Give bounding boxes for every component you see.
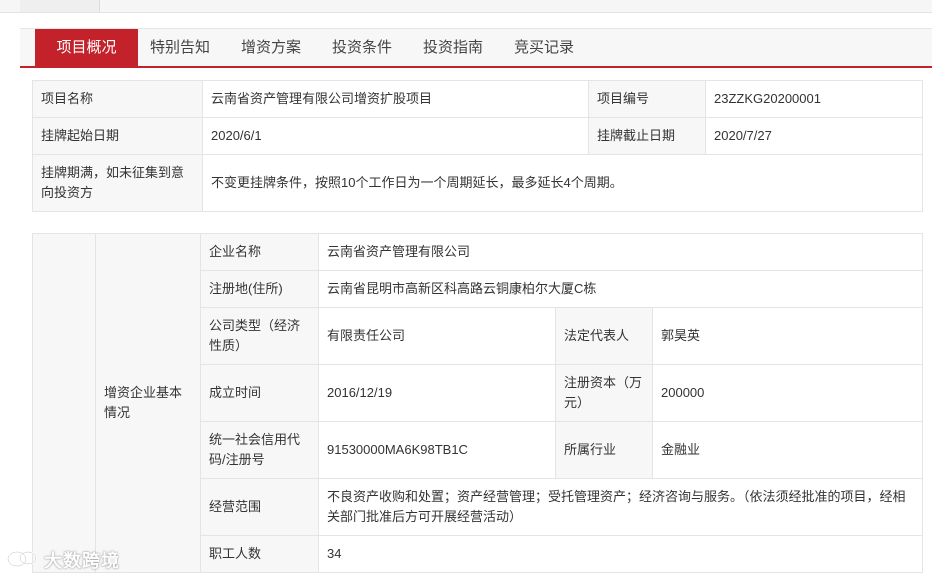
watermark-text: 大数跨境 — [44, 551, 120, 571]
credit-code-label: 统一社会信用代码/注册号 — [200, 421, 319, 479]
legal-rep-value: 郭昊英 — [651, 307, 924, 365]
founded-label: 成立时间 — [200, 364, 319, 422]
project-code-value: 23ZZKG20200001 — [705, 80, 923, 118]
watermark: 大数跨境 — [6, 546, 120, 574]
project-info-table: 项目名称 云南省资产管理有限公司增资扩股项目 项目编号 23ZZKG202000… — [32, 80, 923, 212]
expiry-label: 挂牌期满，如未征集到意向投资方 — [32, 154, 203, 212]
business-scope-value: 不良资产收购和处置；资产经营管理；受托管理资产；经济咨询与服务。（依法须经批准的… — [317, 478, 924, 536]
project-code-label: 项目编号 — [588, 80, 706, 118]
blank-cell — [32, 233, 96, 573]
tab-capital-plan[interactable]: 增资方案 — [241, 29, 301, 67]
company-name-label: 企业名称 — [200, 233, 319, 271]
credit-code-value: 91530000MA6K98TB1C — [318, 421, 556, 479]
table-row: 项目名称 云南省资产管理有限公司增资扩股项目 项目编号 23ZZKG202000… — [32, 80, 923, 118]
listing-end-label: 挂牌截止日期 — [588, 117, 706, 155]
business-scope-label: 经营范围 — [200, 478, 319, 536]
employees-label: 职工人数 — [200, 535, 319, 573]
capital-value: 200000 — [651, 364, 924, 422]
company-name-value: 云南省资产管理有限公司 — [317, 233, 924, 271]
table-row: 增资企业基本情况 企业名称 云南省资产管理有限公司 — [32, 233, 924, 573]
employees-value: 34 — [317, 535, 924, 573]
address-label: 注册地(住所) — [200, 270, 319, 308]
legal-rep-label: 法定代表人 — [555, 307, 653, 365]
tab-bar: 项目概况 特别告知 增资方案 投资条件 投资指南 竞买记录 — [20, 28, 932, 68]
table-row: 挂牌起始日期 2020/6/1 挂牌截止日期 2020/7/27 — [32, 117, 923, 155]
tab-project-overview[interactable]: 项目概况 — [35, 29, 138, 67]
capital-label: 注册资本（万元） — [555, 364, 653, 422]
listing-end-value: 2020/7/27 — [705, 117, 923, 155]
project-name-label: 项目名称 — [32, 80, 203, 118]
company-section-label: 增资企业基本情况 — [95, 233, 201, 573]
founded-value: 2016/12/19 — [318, 364, 556, 422]
company-info-table: 增资企业基本情况 企业名称 云南省资产管理有限公司 注册地(住所) 云南省昆明市… — [32, 233, 924, 573]
table-row: 挂牌期满，如未征集到意向投资方 不变更挂牌条件，按照10个工作日为一个周期延长，… — [32, 154, 923, 212]
project-name-value: 云南省资产管理有限公司增资扩股项目 — [202, 80, 589, 118]
address-value: 云南省昆明市高新区科高路云铜康柏尔大厦C栋 — [317, 270, 924, 308]
tab-investment-conditions[interactable]: 投资条件 — [332, 29, 392, 67]
company-type-label: 公司类型（经济性质） — [200, 307, 319, 365]
expiry-value: 不变更挂牌条件，按照10个工作日为一个周期延长，最多延长4个周期。 — [202, 154, 923, 212]
company-type-value: 有限责任公司 — [318, 307, 556, 365]
top-bar-segment — [20, 0, 100, 12]
industry-value: 金融业 — [651, 421, 924, 479]
tab-special-notice[interactable]: 特别告知 — [150, 29, 210, 67]
listing-start-label: 挂牌起始日期 — [32, 117, 203, 155]
chat-bubble-logo-icon — [6, 549, 40, 571]
listing-start-value: 2020/6/1 — [202, 117, 589, 155]
top-bar — [0, 0, 932, 13]
industry-label: 所属行业 — [555, 421, 653, 479]
tab-investment-guide[interactable]: 投资指南 — [423, 29, 483, 67]
tab-bidding-records[interactable]: 竞买记录 — [514, 29, 574, 67]
